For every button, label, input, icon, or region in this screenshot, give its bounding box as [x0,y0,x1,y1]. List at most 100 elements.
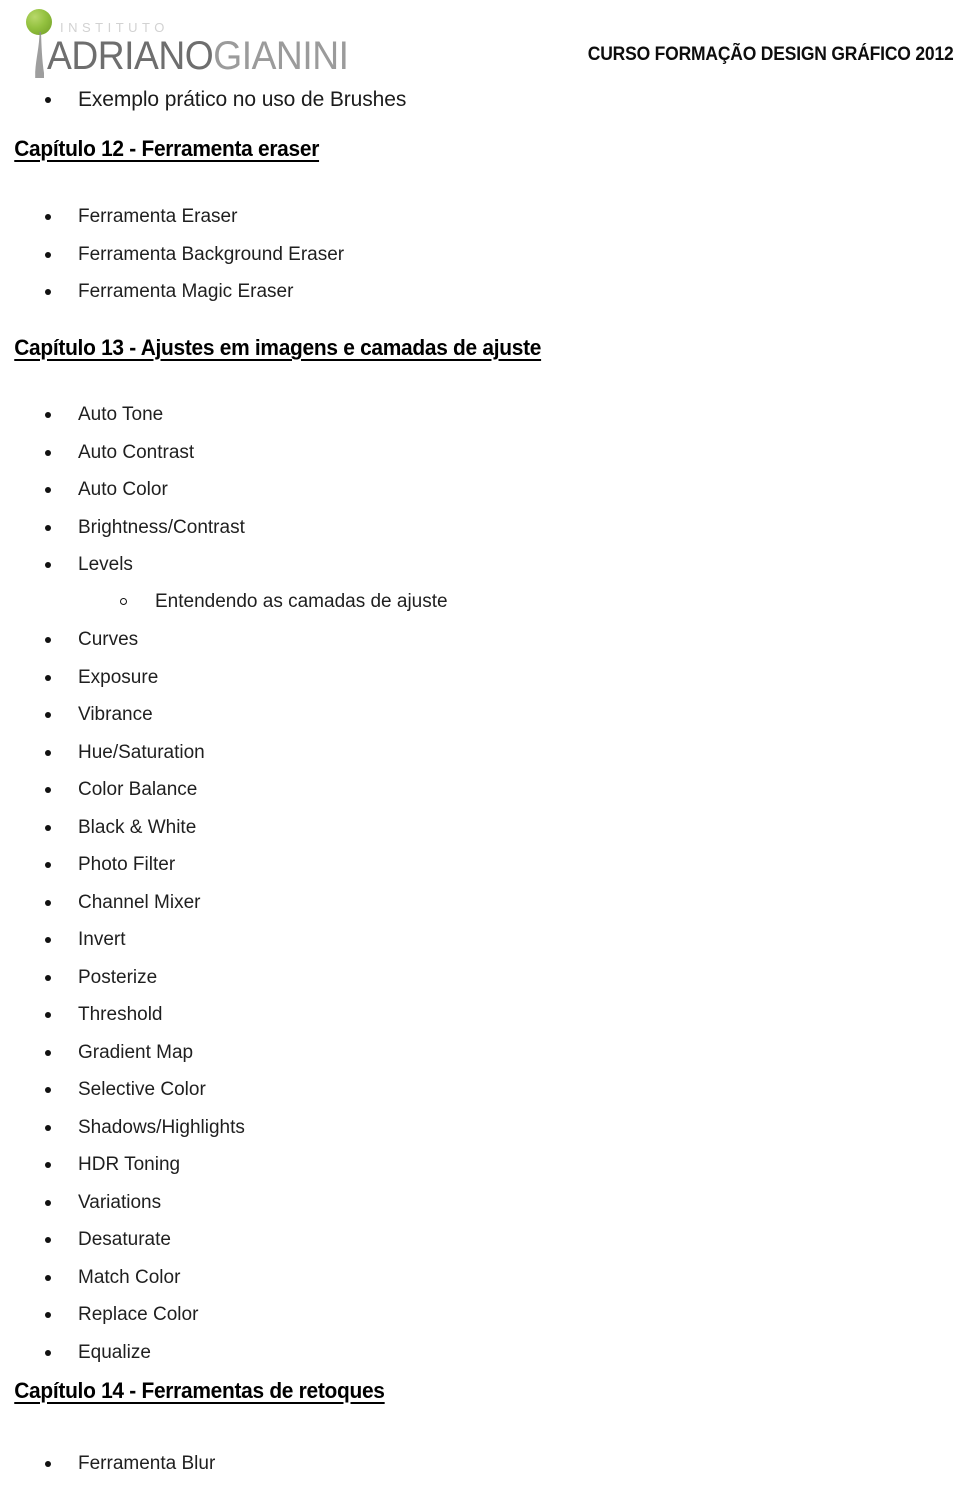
bullet-icon [45,884,52,922]
bullet-icon [45,846,52,884]
list-item: Threshold [0,996,245,1034]
list-item-label: Auto Contrast [78,441,195,463]
bullet-icon [45,1184,52,1222]
list-item-label: Black & White [78,816,197,838]
list-item: Ferramenta Background Eraser [0,236,344,274]
list-item-label: Equalize [78,1341,151,1363]
bullet-icon [45,1296,52,1334]
bullet-icon [45,1445,52,1483]
list-item: Posterize [0,959,245,997]
bullet-icon [45,509,52,547]
chapter-heading: Capítulo 12 - Ferramenta eraser [14,136,320,161]
list-item-label: Auto Tone [78,404,164,425]
bullet-icon [45,996,52,1034]
intro-bullet-item: Exemplo prático no uso de Brushes [45,88,406,112]
chapter-13-list-part2-wrap: Curves Exposure Vibrance Hue/Saturation … [0,621,245,1371]
list-item: Hue/Saturation [0,734,245,772]
list-item: Invert [0,921,245,959]
list-item-label: Posterize [78,966,158,988]
list-item: Variations [0,1184,245,1222]
bullet-icon [45,621,52,659]
list-item: Exposure [0,659,245,697]
chapter-14-heading-wrap: Capítulo 14 - Ferramentas de retoques [0,1378,405,1404]
list-item: Gradient Map [0,1034,245,1072]
list-item: Selective Color [0,1071,245,1109]
bullet-icon [45,1109,52,1147]
list-item-label: Hue/Saturation [78,741,205,763]
list-item-label: Threshold [78,1004,163,1025]
list-item: Levels [0,546,245,584]
bullet-icon [45,809,52,847]
bullet-icon [45,434,52,472]
list-item: Desaturate [0,1221,245,1259]
list-item-label: Shadows/Highlights [78,1116,245,1138]
bullet-icon [45,1259,52,1297]
list-item: Channel Mixer [0,884,245,922]
course-title: CURSO FORMAÇÃO DESIGN GRÁFICO 2012 [588,44,954,65]
list-item-label: Replace Color [78,1304,199,1325]
list-item-label: Ferramenta Magic Eraser [78,281,294,302]
list-item-label: Vibrance [78,704,153,725]
list-item: HDR Toning [0,1146,245,1184]
chapter-13-list-part1: Auto Tone Auto Contrast Auto Color Brigh… [0,396,245,584]
bullet-icon [45,273,52,311]
list-item-label: Ferramenta Background Eraser [78,243,345,265]
list-item-label: Variations [78,1191,162,1213]
list-item-label: Ferramenta Eraser [78,206,238,227]
sub-list-item: Entendendo as camadas de ajuste [0,583,448,621]
bullet-icon [45,771,52,809]
bullet-icon [45,1071,52,1109]
chapter-heading: Capítulo 14 - Ferramentas de retoques [14,1378,385,1403]
chapter-14-list-wrap: Ferramenta Blur [0,1445,215,1483]
page-header: INSTITUTO ADRIANOGIANINI CURSO FORMAÇÃO … [0,0,960,88]
list-item-label: Gradient Map [78,1041,194,1063]
list-item-label: Invert [78,929,126,950]
list-item: Equalize [0,1334,245,1372]
list-item: Vibrance [0,696,245,734]
list-item: Auto Contrast [0,434,245,472]
bullet-icon [45,1334,52,1372]
chapter-13-list-part2: Curves Exposure Vibrance Hue/Saturation … [0,621,245,1371]
bullet-icon [45,396,52,434]
list-item: Match Color [0,1259,245,1297]
list-item-label: Exposure [78,666,159,688]
list-item-label: Auto Color [78,479,168,500]
chapter-12-heading-wrap: Capítulo 12 - Ferramenta eraser [0,136,336,162]
bullet-icon [45,921,52,959]
chapter-13-sublist: Entendendo as camadas de ajuste [0,583,448,621]
list-item: Photo Filter [0,846,245,884]
institute-logo: INSTITUTO ADRIANOGIANINI [14,4,349,84]
bullet-icon [45,696,52,734]
list-item-label: Levels [78,554,133,575]
logo-name-adriano: ADRIANO [47,34,214,78]
chapter-13-list-part1-wrap: Auto Tone Auto Contrast Auto Color Brigh… [0,396,245,584]
list-item: Ferramenta Magic Eraser [0,273,344,311]
hollow-bullet-icon [120,598,127,605]
list-item-label: Selective Color [78,1079,206,1100]
logo-i-stem-icon [35,32,44,78]
list-item: Shadows/Highlights [0,1109,245,1147]
list-item: Color Balance [0,771,245,809]
chapter-14-list: Ferramenta Blur [0,1445,215,1483]
bullet-icon [45,97,51,103]
list-item-label: Channel Mixer [78,891,201,913]
chapter-13-heading-wrap: Capítulo 13 - Ajustes em imagens e camad… [0,335,570,361]
bullet-icon [45,1034,52,1072]
list-item-label: Desaturate [78,1229,171,1250]
list-item-label: Match Color [78,1266,181,1288]
bullet-icon [45,1146,52,1184]
chapter-12-list: Ferramenta Eraser Ferramenta Background … [0,198,344,311]
logo-name-text: ADRIANOGIANINI [47,34,349,78]
sub-list-item-label: Entendendo as camadas de ajuste [155,591,448,612]
bullet-icon [45,198,52,236]
chapter-13-sublist-wrap: Entendendo as camadas de ajuste [0,583,448,621]
bullet-icon [45,959,52,997]
list-item-label: Color Balance [78,779,198,800]
list-item: Curves [0,621,245,659]
list-item: Ferramenta Eraser [0,198,344,236]
list-item-label: Photo Filter [78,854,176,875]
chapter-12-list-wrap: Ferramenta Eraser Ferramenta Background … [0,198,344,311]
list-item: Brightness/Contrast [0,509,245,547]
bullet-icon [45,236,52,274]
list-item-label: Curves [78,629,139,650]
